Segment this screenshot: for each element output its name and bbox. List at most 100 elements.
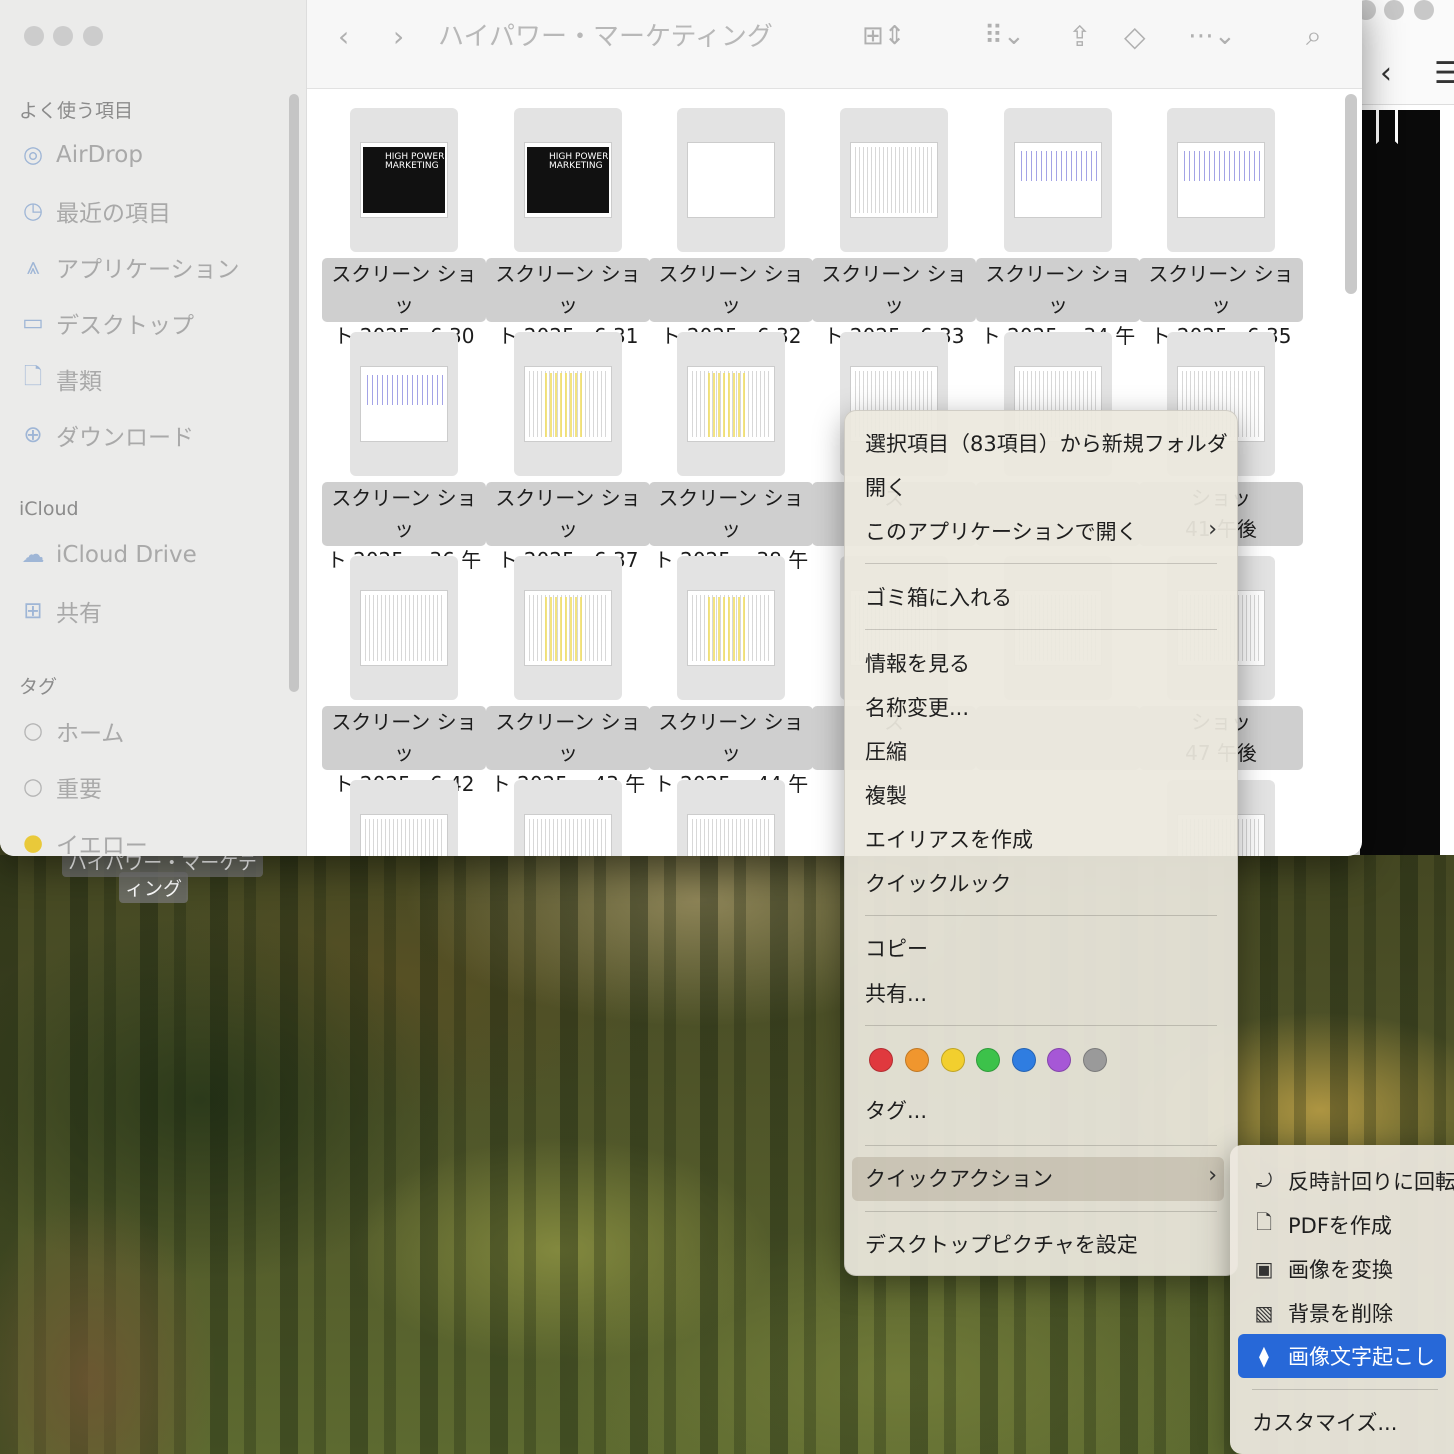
sidebar-item-airdrop[interactable]: ◎ AirDrop: [20, 137, 143, 173]
close-window-icon[interactable]: [24, 26, 44, 46]
sidebar-item-documents[interactable]: 🗋 書類: [20, 361, 102, 397]
zoom-window-icon[interactable]: [83, 26, 103, 46]
menu-item-duplicate[interactable]: 複製: [865, 780, 907, 812]
menu-item-new-folder-with-selection[interactable]: 選択項目（83項目）から新規フォルダ: [865, 428, 1228, 460]
menu-lines-icon[interactable]: ☰: [1434, 56, 1454, 91]
menu-item-quick-look[interactable]: クイックルック: [865, 868, 1011, 900]
submenu-item-label: 画像文字起こし: [1288, 1345, 1435, 1369]
file-name-line: スクリーン ショッ: [331, 710, 477, 765]
page-preview: [850, 142, 938, 218]
menu-item-make-alias[interactable]: エイリアスを作成: [865, 824, 1033, 856]
file-thumbnail: HIGH POWER MARKETING: [514, 108, 622, 252]
sidebar-item-label: アプリケーション: [56, 257, 240, 283]
sidebar-item-tag-important[interactable]: ○ 重要: [20, 769, 102, 805]
tags-heading: タグ: [19, 676, 58, 698]
menu-item-tags[interactable]: タグ...: [865, 1095, 927, 1127]
applications-icon: ⩓: [26, 254, 40, 280]
menu-item-get-info[interactable]: 情報を見る: [865, 648, 970, 680]
group-icon[interactable]: ⠿⌄: [984, 16, 1025, 56]
page-preview: [360, 366, 448, 442]
tag-color-dot[interactable]: [941, 1048, 965, 1072]
sidebar-item-icloud-drive[interactable]: ☁ iCloud Drive: [20, 537, 197, 573]
sidebar-item-label: 共有: [56, 601, 102, 627]
menu-item-move-to-trash[interactable]: ゴミ箱に入れる: [865, 582, 1012, 614]
minimize-window-icon[interactable]: [53, 26, 73, 46]
forward-icon[interactable]: ›: [393, 16, 404, 56]
file-name-line: スクリーン ショッ: [658, 262, 804, 317]
back-icon[interactable]: ‹: [338, 16, 349, 56]
page-preview: [1014, 142, 1102, 218]
tag-color-dot[interactable]: [869, 1048, 893, 1072]
submenu-item-customize[interactable]: カスタマイズ...: [1252, 1404, 1397, 1440]
back-chevron-icon[interactable]: ‹: [1380, 56, 1392, 91]
tag-icon[interactable]: ◇: [1124, 16, 1146, 56]
download-icon: ⊕: [23, 422, 43, 448]
sidebar-item-downloads[interactable]: ⊕ ダウンロード: [20, 417, 194, 453]
sidebar-scrollbar[interactable]: [289, 94, 299, 692]
file-name: スクリーン ショット 2025....44 午後: [649, 706, 813, 827]
cloud-icon: ☁: [21, 542, 45, 568]
sidebar-item-shared[interactable]: ⊞ 共有: [20, 593, 102, 629]
file-name-line: スクリーン ショッ: [985, 262, 1131, 317]
tag-circle-icon: ○: [22, 718, 44, 744]
sidebar-item-label: AirDrop: [56, 142, 143, 168]
file-name: スクリーン ショット 2025...6.42 午後: [322, 706, 486, 827]
file-name-line: スクリーン ショッ: [1148, 262, 1294, 317]
menu-separator: [865, 1211, 1217, 1212]
sidebar-item-label: イエロー: [56, 833, 148, 856]
menu-item-set-desktop-picture[interactable]: デスクトップピクチャを設定: [865, 1229, 1138, 1261]
grid-scrollbar[interactable]: [1345, 94, 1357, 294]
menu-item-share[interactable]: 共有...: [865, 978, 927, 1010]
submenu-item-create-pdf[interactable]: 🗋 PDFを作成: [1252, 1207, 1392, 1243]
file-name: スクリーン ショット 2025...6.35 午後: [1139, 258, 1303, 379]
file-thumbnail: [1004, 108, 1112, 252]
page-preview: HIGH POWER MARKETING: [360, 142, 448, 218]
search-icon[interactable]: ⌕: [1306, 16, 1322, 56]
window-control-icon[interactable]: [1414, 0, 1434, 20]
page-preview: HIGH POWER MARKETING: [524, 142, 612, 218]
file-name: スクリーン ショット 2025...6.37 午後: [486, 482, 650, 603]
submenu-item-convert-image[interactable]: ▣ 画像を変換: [1252, 1251, 1393, 1287]
quick-actions-submenu: ⤾ 反時計回りに回転 🗋 PDFを作成 ▣ 画像を変換 ▧ 背景を削除 ⧫ 画像文字起こし…: [1230, 1145, 1454, 1454]
rotate-left-icon: ⤾: [1255, 1169, 1273, 1193]
tag-color-dot[interactable]: [976, 1048, 1000, 1072]
tag-color-dot[interactable]: [1047, 1048, 1071, 1072]
document-view: [1360, 110, 1440, 855]
file-name-line: スクリーン ショッ: [495, 262, 641, 317]
desktop-folder-label-line2[interactable]: ィング: [119, 872, 189, 903]
view-grid-icon[interactable]: ⊞⇕: [862, 16, 906, 56]
menu-item-quick-actions[interactable]: クイックアクション: [852, 1157, 1224, 1201]
sidebar-item-tag-yellow[interactable]: ● イエロー: [20, 825, 148, 856]
sidebar-item-applications[interactable]: ⩓ アプリケーション: [20, 249, 240, 285]
book-cover: HIGH POWER MARKETING: [527, 147, 609, 213]
file-name: スクリーン ショット 2025....43 午後: [486, 706, 650, 827]
sidebar-item-label: iCloud Drive: [56, 542, 197, 568]
share-icon[interactable]: ⇪: [1068, 16, 1091, 56]
context-menu: 選択項目（83項目）から新規フォルダ 開く このアプリケーションで開く › ゴミ…: [844, 410, 1238, 1276]
sidebar-item-tag-home[interactable]: ○ ホーム: [20, 713, 124, 749]
tag-color-dot[interactable]: [905, 1048, 929, 1072]
background-window[interactable]: ‹ ☰: [1350, 0, 1454, 855]
window-control-icon[interactable]: [1384, 0, 1404, 20]
tag-color-dot[interactable]: [1083, 1048, 1107, 1072]
submenu-item-label: 背景を削除: [1288, 1302, 1393, 1326]
menu-item-open[interactable]: 開く: [865, 472, 907, 504]
submenu-item-rotate-left[interactable]: ⤾ 反時計回りに回転: [1252, 1163, 1454, 1199]
sidebar-item-desktop[interactable]: ▭ デスクトップ: [20, 305, 194, 341]
submenu-item-label: PDFを作成: [1288, 1214, 1392, 1238]
chevron-right-icon: ›: [1208, 517, 1217, 542]
file-thumbnail: [1167, 108, 1275, 252]
submenu-item-transcribe-text[interactable]: ⧫ 画像文字起こし: [1238, 1334, 1446, 1378]
submenu-item-remove-background[interactable]: ▧ 背景を削除: [1252, 1295, 1393, 1331]
shortcut-icon: ⧫: [1259, 1344, 1269, 1368]
tag-color-dot[interactable]: [1012, 1048, 1036, 1072]
menu-item-compress[interactable]: 圧縮: [865, 736, 907, 768]
menu-item-rename[interactable]: 名称変更...: [865, 692, 969, 724]
file-thumbnail: [514, 332, 622, 476]
menu-item-open-with[interactable]: このアプリケーションで開く: [865, 516, 1219, 548]
page-preview: [687, 590, 775, 666]
page-preview: [524, 590, 612, 666]
menu-item-copy[interactable]: コピー: [865, 933, 928, 965]
more-actions-icon[interactable]: ⋯⌄: [1188, 16, 1236, 56]
sidebar-item-recents[interactable]: ◷ 最近の項目: [20, 193, 171, 229]
